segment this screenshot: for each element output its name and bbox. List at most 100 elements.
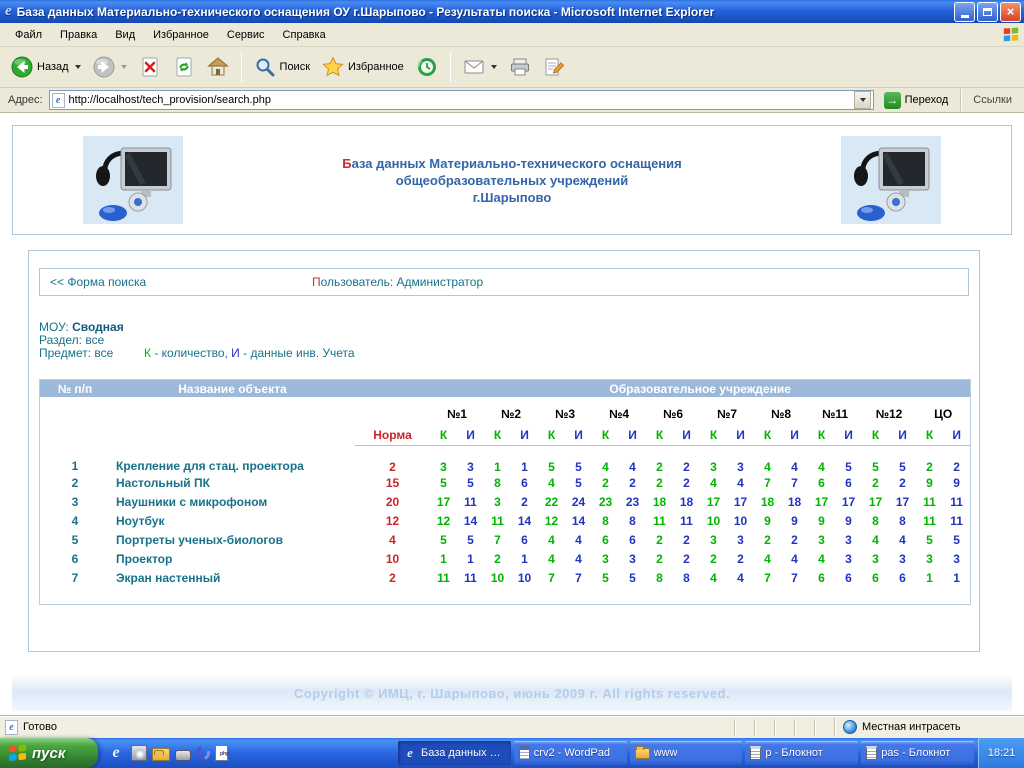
i-value: 23 xyxy=(619,493,646,512)
table-row: 4Ноутбук12121411141214881111101099998811… xyxy=(40,512,970,531)
toolbar-separator xyxy=(450,52,451,82)
home-button[interactable] xyxy=(202,54,234,80)
k-value: 12 xyxy=(430,512,457,531)
norma-value: 2 xyxy=(355,445,430,474)
i-value: 14 xyxy=(511,512,538,531)
norma-header: Норма xyxy=(355,425,430,445)
taskbar-task[interactable]: www xyxy=(630,741,743,765)
go-arrow-icon: → xyxy=(884,92,901,109)
i-value: 3 xyxy=(727,531,754,550)
print-button[interactable] xyxy=(504,54,536,80)
menu-item[interactable]: Файл xyxy=(6,25,51,45)
k-value: 3 xyxy=(700,445,727,474)
copyright-text: Copyright © ИМЦ, г. Шарыпово, июнь 2009 … xyxy=(294,686,730,701)
k-value: 3 xyxy=(592,550,619,569)
row-number: 3 xyxy=(40,493,110,512)
i-header: И xyxy=(619,425,646,445)
k-value: 4 xyxy=(592,445,619,474)
taskbar-task[interactable]: crv2 - WordPad xyxy=(514,741,627,765)
k-value: 2 xyxy=(754,531,781,550)
forward-button[interactable] xyxy=(88,54,132,80)
taskbar-clock[interactable]: 18:21 xyxy=(978,738,1024,768)
i-value: 5 xyxy=(457,531,484,550)
k-value: 4 xyxy=(538,550,565,569)
k-header: К xyxy=(862,425,889,445)
swoosh-icon[interactable] xyxy=(194,744,213,763)
i-header: И xyxy=(943,425,970,445)
k-value: 3 xyxy=(484,493,511,512)
i-header: И xyxy=(457,425,484,445)
page-title-line3: г.Шарыпово xyxy=(342,189,681,206)
k-value: 4 xyxy=(538,531,565,550)
back-button[interactable]: Назад xyxy=(6,54,86,80)
k-value: 6 xyxy=(808,569,835,588)
taskbar-task[interactable]: p - Блокнот xyxy=(745,741,858,765)
search-form-link[interactable]: << Форма поиска xyxy=(50,275,146,289)
menu-item[interactable]: Справка xyxy=(274,25,335,45)
window-title: База данных Материально-технического осн… xyxy=(17,5,954,19)
results-table-box: № п/пНазвание объектаОбразовательное учр… xyxy=(39,379,971,605)
k-value: 7 xyxy=(484,531,511,550)
restore-button[interactable] xyxy=(977,2,998,22)
col-header-ou: Образовательное учреждение xyxy=(430,380,970,397)
k-header: К xyxy=(754,425,781,445)
k-header: К xyxy=(700,425,727,445)
folder-icon[interactable] xyxy=(152,748,170,761)
i-value: 5 xyxy=(565,445,592,474)
k-value: 2 xyxy=(916,445,943,474)
row-number: 4 xyxy=(40,512,110,531)
taskbar-task[interactable]: pas - Блокнот xyxy=(861,741,974,765)
browser-viewport: База данных Материально-технического осн… xyxy=(0,113,1024,715)
i-value: 3 xyxy=(943,550,970,569)
links-toolbar[interactable]: Ссылки xyxy=(960,89,1020,111)
object-name: Портреты ученых-биологов xyxy=(110,531,355,550)
address-dropdown-button[interactable] xyxy=(854,91,871,109)
menu-item[interactable]: Избранное xyxy=(144,25,218,45)
php-editor-icon[interactable] xyxy=(215,745,228,761)
norma-value: 12 xyxy=(355,512,430,531)
close-button[interactable]: × xyxy=(1000,2,1021,22)
ie-icon[interactable] xyxy=(106,743,126,763)
status-cell xyxy=(794,719,814,736)
mail-button[interactable] xyxy=(458,54,502,80)
k-value: 9 xyxy=(754,512,781,531)
k-value: 4 xyxy=(862,531,889,550)
status-cell xyxy=(754,719,774,736)
address-url: http://localhost/tech_provision/search.p… xyxy=(69,94,850,106)
k-value: 5 xyxy=(916,531,943,550)
toolbar: Назад Поиск Избранное xyxy=(0,47,1024,88)
menu-item[interactable]: Вид xyxy=(106,25,144,45)
k-value: 7 xyxy=(538,569,565,588)
stop-button[interactable] xyxy=(134,54,166,80)
i-value: 8 xyxy=(619,512,646,531)
show-desktop-icon[interactable] xyxy=(175,750,191,761)
favorites-button[interactable]: Избранное xyxy=(317,54,409,80)
norma-value: 2 xyxy=(355,569,430,588)
notepad-icon xyxy=(750,746,761,760)
menu-item[interactable]: Правка xyxy=(51,25,106,45)
menu-item[interactable]: Сервис xyxy=(218,25,274,45)
k-value: 2 xyxy=(484,550,511,569)
user-rest: ользователь: Администратор xyxy=(321,275,484,289)
i-value: 3 xyxy=(835,531,862,550)
edit-button[interactable] xyxy=(538,54,570,80)
i-value: 14 xyxy=(457,512,484,531)
go-label: Переход xyxy=(905,94,949,106)
taskbar-task[interactable]: eБаза данных Ма... xyxy=(398,741,511,765)
restore-icon xyxy=(983,8,992,16)
k-value: 4 xyxy=(700,569,727,588)
start-button[interactable]: пуск xyxy=(0,738,98,768)
refresh-button[interactable] xyxy=(168,54,200,80)
i-value: 4 xyxy=(781,550,808,569)
go-button[interactable]: → Переход xyxy=(880,91,953,110)
minimize-button[interactable] xyxy=(954,2,975,22)
history-button[interactable] xyxy=(411,54,443,80)
i-value: 2 xyxy=(673,531,700,550)
k-value: 10 xyxy=(484,569,511,588)
address-input[interactable]: e http://localhost/tech_provision/search… xyxy=(49,90,874,110)
i-value: 1 xyxy=(457,550,484,569)
search-button[interactable]: Поиск xyxy=(249,54,315,80)
i-header: И xyxy=(889,425,916,445)
zone-text: Местная интрасеть xyxy=(862,721,961,733)
setup-disc-icon[interactable] xyxy=(131,745,147,761)
